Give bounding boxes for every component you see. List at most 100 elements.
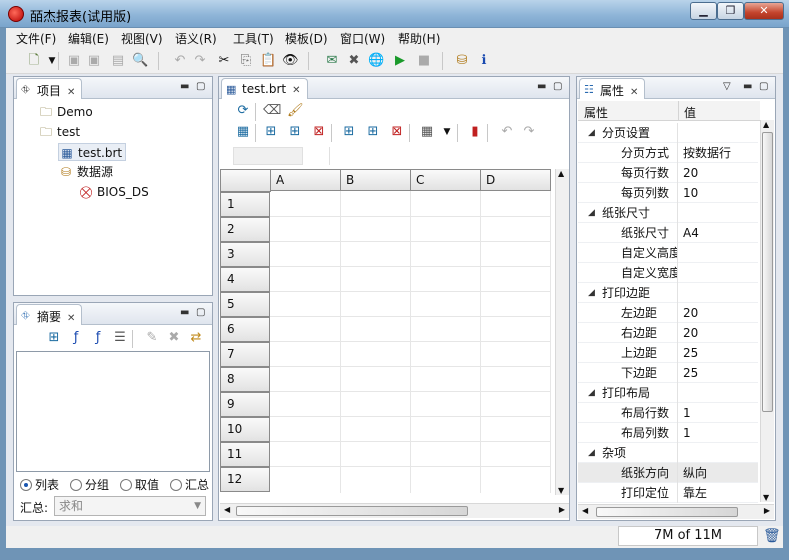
tree-item-test-brt[interactable]: ▦ test.brt: [58, 143, 127, 161]
row-header[interactable]: 3: [220, 242, 270, 267]
property-value[interactable]: 按数据行: [683, 143, 758, 163]
insert-col-icon[interactable]: ⊞: [341, 124, 357, 140]
tab-project[interactable]: ⛗ 项目 ✕: [16, 78, 83, 99]
row-header[interactable]: 10: [220, 417, 270, 442]
property-value[interactable]: 靠左: [683, 483, 758, 503]
property-row[interactable]: 布局行数 1: [578, 403, 758, 423]
export-icon[interactable]: ✉: [324, 53, 340, 69]
cut-icon[interactable]: ✂: [216, 53, 232, 69]
property-value[interactable]: 25: [683, 363, 758, 383]
property-row[interactable]: 右边距 20: [578, 323, 758, 343]
refresh-icon[interactable]: ⇄: [188, 330, 204, 346]
property-category[interactable]: 杂项 ◢: [578, 443, 758, 463]
maximize-icon[interactable]: ▢: [196, 81, 205, 92]
property-row[interactable]: 左边距 20: [578, 303, 758, 323]
refresh-icon[interactable]: ⟳: [235, 103, 251, 119]
run-icon[interactable]: ▶: [392, 53, 408, 69]
close-icon[interactable]: ✕: [67, 313, 75, 324]
col-header[interactable]: D: [480, 169, 551, 191]
maximize-icon[interactable]: ▢: [759, 81, 768, 92]
find-icon[interactable]: 👁: [282, 53, 299, 69]
expression-icon[interactable]: ƒ: [90, 330, 106, 346]
menu-window[interactable]: 窗口(W): [340, 30, 385, 47]
datasource-icon[interactable]: ⛁: [454, 53, 470, 69]
property-row[interactable]: 布局列数 1: [578, 423, 758, 443]
border-dropdown-icon[interactable]: ▼: [439, 124, 455, 140]
undo-icon[interactable]: ↶: [172, 53, 188, 69]
collapse-triangle-icon[interactable]: ◢: [588, 283, 595, 303]
edit-icon[interactable]: ✎: [144, 330, 160, 346]
tab-properties[interactable]: ☷ 属性 ✕: [579, 78, 646, 99]
zoom-icon[interactable]: 🔍: [132, 53, 148, 69]
property-value[interactable]: 25: [683, 343, 758, 363]
collapse-triangle-icon[interactable]: ◢: [588, 443, 595, 463]
close-button[interactable]: ✕: [744, 2, 784, 20]
property-value[interactable]: 1: [683, 403, 758, 423]
property-row[interactable]: 纸张尺寸 A4: [578, 223, 758, 243]
properties-hscroll-thumb[interactable]: [596, 507, 738, 517]
tree-item-test[interactable]: 🗀 test: [38, 123, 80, 141]
editor-vscroll[interactable]: ▲ ▼: [555, 169, 569, 495]
scroll-left-icon[interactable]: ◀: [224, 505, 230, 514]
scroll-down-icon[interactable]: ▼: [763, 493, 769, 502]
tab-summary[interactable]: ⛗ 摘要 ✕: [16, 304, 83, 325]
redo-icon[interactable]: ↷: [192, 53, 208, 69]
property-row[interactable]: 每页列数 10: [578, 183, 758, 203]
property-value[interactable]: 20: [683, 163, 758, 183]
add-group-icon[interactable]: ⊞: [46, 330, 62, 346]
property-value[interactable]: A4: [683, 223, 758, 243]
menu-template[interactable]: 模板(D): [285, 30, 328, 47]
editor-hscroll-thumb[interactable]: [236, 506, 468, 516]
property-value[interactable]: 纵向: [683, 463, 758, 483]
globe-icon[interactable]: 🌐: [368, 53, 384, 69]
save-icon[interactable]: ▣: [66, 53, 82, 69]
scroll-left-icon[interactable]: ◀: [582, 506, 588, 515]
minimize-button[interactable]: ▁: [690, 2, 717, 20]
close-icon[interactable]: ✕: [292, 85, 300, 96]
property-row[interactable]: 纸张方向 纵向: [578, 463, 758, 483]
property-row[interactable]: 自定义宽度: [578, 263, 758, 283]
property-row[interactable]: 打印定位 靠左: [578, 483, 758, 503]
menu-tools[interactable]: 工具(T): [233, 30, 274, 47]
row-header[interactable]: 2: [220, 217, 270, 242]
radio-group[interactable]: 分组: [70, 476, 109, 493]
aggregate-select[interactable]: 求和 ▼: [54, 496, 206, 516]
menu-view[interactable]: 视图(V): [121, 30, 163, 47]
property-row[interactable]: 分页方式 按数据行: [578, 143, 758, 163]
property-row[interactable]: 自定义高度: [578, 243, 758, 263]
minimize-icon[interactable]: ▬: [537, 81, 546, 92]
collapse-triangle-icon[interactable]: ◢: [588, 123, 595, 143]
collapse-triangle-icon[interactable]: ◢: [588, 203, 595, 223]
copy-icon[interactable]: ⎘: [238, 53, 254, 69]
row-header[interactable]: 1: [220, 192, 270, 217]
tab-test-brt[interactable]: ▦ test.brt ✕: [221, 78, 308, 99]
radio-value[interactable]: 取值: [120, 476, 159, 493]
menu-semantic[interactable]: 语义(R): [175, 30, 217, 47]
property-value[interactable]: 1: [683, 423, 758, 443]
grid-corner[interactable]: [220, 169, 271, 192]
property-row[interactable]: 下边距 25: [578, 363, 758, 383]
row-header[interactable]: 12: [220, 467, 270, 492]
property-category[interactable]: 打印布局 ◢: [578, 383, 758, 403]
stop-icon[interactable]: ■: [416, 53, 432, 69]
maximize-icon[interactable]: ▢: [196, 307, 205, 318]
delete-icon[interactable]: ✖: [166, 330, 182, 346]
property-row[interactable]: 每页行数 20: [578, 163, 758, 183]
garbage-collect-icon[interactable]: 🗑: [763, 528, 781, 544]
chart-icon[interactable]: ▮: [467, 124, 483, 140]
append-row-icon[interactable]: ⊞: [287, 124, 303, 140]
about-icon[interactable]: ℹ: [476, 53, 492, 69]
row-header[interactable]: 9: [220, 392, 270, 417]
tree-item-bios-ds[interactable]: ⛒ BIOS_DS: [78, 183, 149, 201]
row-header[interactable]: 6: [220, 317, 270, 342]
properties-vscroll[interactable]: ▲ ▼: [760, 120, 774, 502]
maximize-icon[interactable]: ▢: [553, 81, 562, 92]
minimize-icon[interactable]: ▬: [180, 81, 189, 92]
list-icon[interactable]: ☰: [112, 330, 128, 346]
undo-icon[interactable]: ↶: [499, 124, 515, 140]
cell-props-icon[interactable]: ▦: [235, 124, 251, 140]
col-header[interactable]: B: [340, 169, 411, 191]
collapse-triangle-icon[interactable]: ◢: [588, 383, 595, 403]
tree-item-demo[interactable]: 🗀 Demo: [38, 103, 93, 121]
minimize-icon[interactable]: ▬: [743, 81, 752, 92]
